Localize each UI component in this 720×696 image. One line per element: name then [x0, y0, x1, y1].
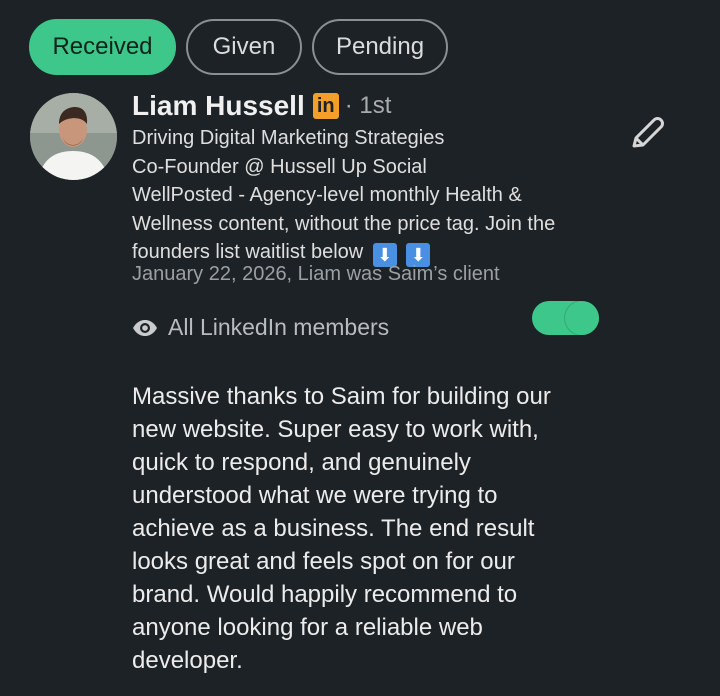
recommendation-tabs: Received Given Pending	[29, 19, 448, 75]
visibility-toggle[interactable]	[532, 301, 599, 335]
connection-degree: · 1st	[344, 92, 392, 119]
edit-button[interactable]	[628, 115, 664, 153]
avatar[interactable]	[30, 93, 117, 180]
tab-given[interactable]: Given	[186, 19, 302, 75]
headline-line: WellPosted - Agency-level monthly Health…	[132, 184, 522, 206]
headline-line: Wellness content, without the price tag.…	[132, 212, 556, 235]
eye-icon	[133, 319, 157, 336]
headline-line: Driving Digital Marketing Strategies	[132, 127, 445, 149]
recommender-name-row: Liam Hussell in · 1st	[132, 90, 391, 122]
headline-line-text: founders list waitlist below	[132, 241, 364, 263]
visibility-setting: All LinkedIn members	[132, 314, 389, 341]
tab-pending[interactable]: Pending	[312, 19, 448, 75]
recommendation-text: Massive thanks to Saim for building our …	[132, 383, 551, 674]
recommender-name[interactable]: Liam Hussell	[132, 90, 305, 122]
relationship-meta: January 22, 2026, Liam was Saim’s client	[132, 263, 500, 285]
headline-line: Co-Founder @ Hussell Up Social	[132, 155, 427, 178]
visibility-label: All LinkedIn members	[168, 314, 390, 340]
toggle-knob[interactable]	[565, 301, 599, 335]
pencil-icon	[632, 117, 664, 148]
tab-received[interactable]: Received	[29, 19, 176, 75]
linkedin-badge-icon: in	[312, 93, 339, 119]
recommender-headline: Driving Digital Marketing Strategies Co-…	[132, 124, 622, 268]
